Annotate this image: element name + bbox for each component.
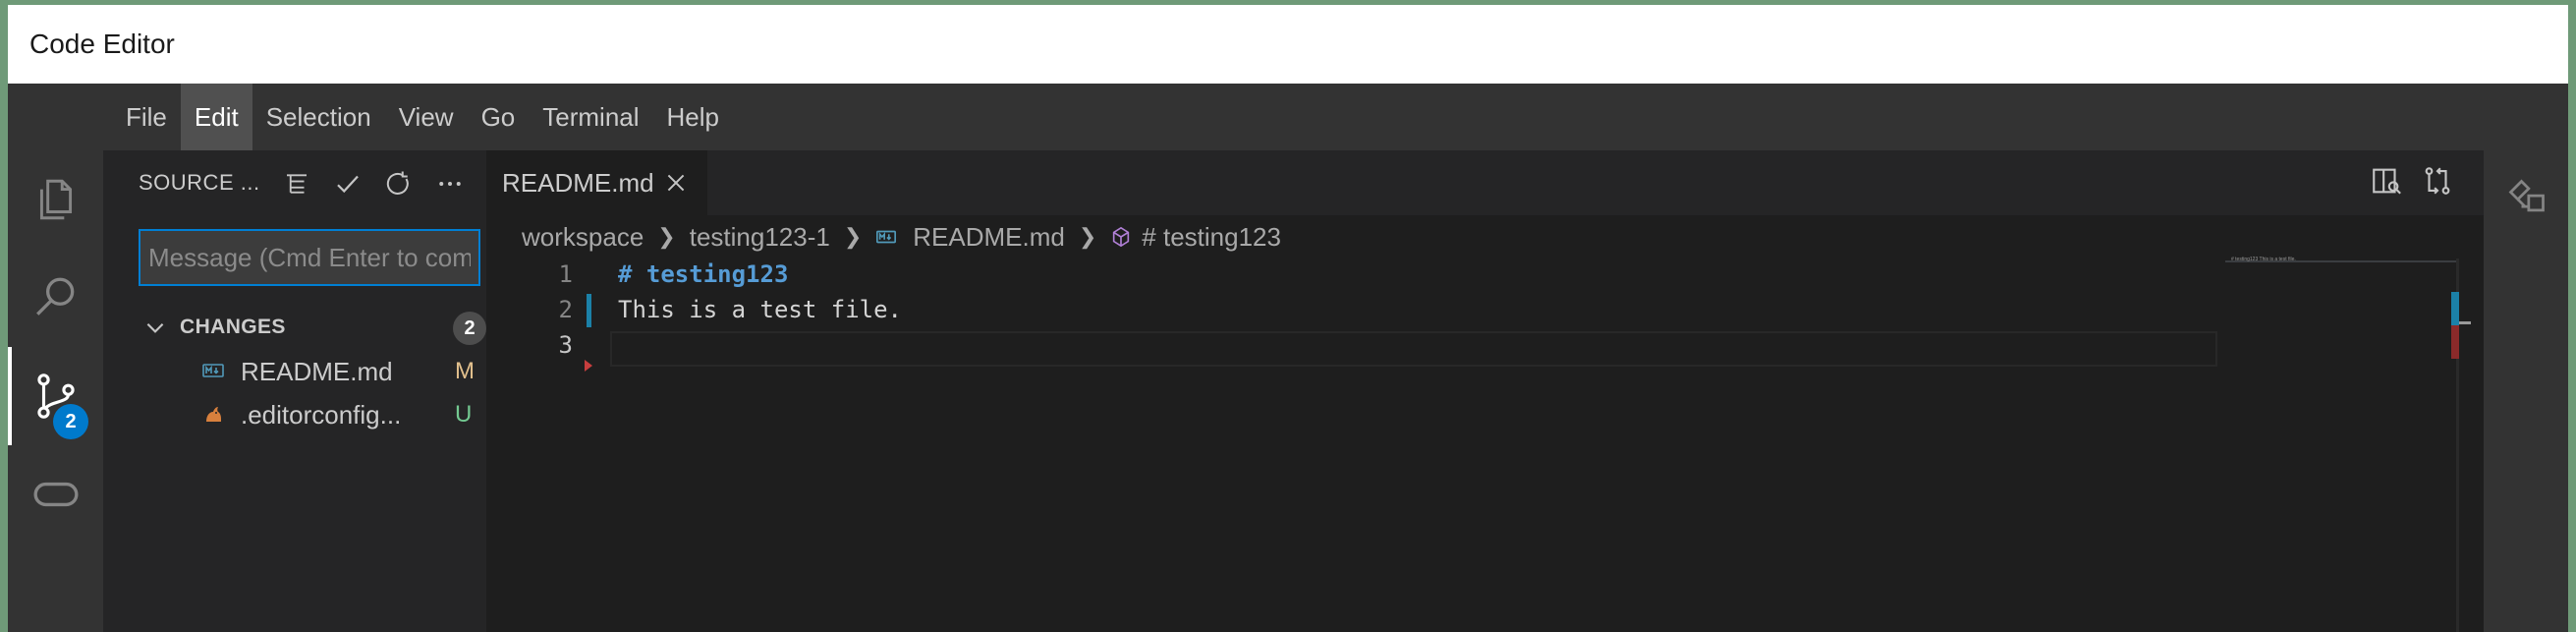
line-number: 3 <box>558 331 573 359</box>
title-bar: Code Editor <box>8 5 2568 84</box>
tab-readme[interactable]: README.md <box>486 150 707 215</box>
menu-view[interactable]: View <box>385 84 468 150</box>
editor-tabs: README.md <box>486 150 2484 215</box>
change-item-name: README.md <box>241 357 393 386</box>
breadcrumb-symbol[interactable]: # testing123 <box>1142 222 1281 253</box>
code-editor-window: Code Editor File Edit Selection View Go … <box>8 5 2568 632</box>
window-title: Code Editor <box>29 29 175 59</box>
deleted-line-marker <box>585 360 592 372</box>
check-icon <box>337 175 359 194</box>
changes-section-header[interactable]: CHANGES 2 <box>103 306 486 349</box>
breadcrumb-workspace[interactable]: workspace <box>522 222 644 253</box>
line-text: This is a test file. <box>618 296 902 323</box>
search-icon <box>35 277 74 316</box>
open-preview-icon[interactable] <box>2370 164 2403 198</box>
symbol-heading-icon <box>1113 226 1130 248</box>
modified-status: M <box>455 358 475 384</box>
activity-remote[interactable] <box>8 445 103 544</box>
menu-file[interactable]: File <box>112 84 181 150</box>
breadcrumb-folder[interactable]: testing123-1 <box>690 222 830 253</box>
markdown-file-icon <box>876 230 897 244</box>
activity-search[interactable] <box>8 249 103 347</box>
editor-line: 3 <box>486 329 2225 365</box>
open-changes-icon[interactable] <box>2421 164 2454 198</box>
overview-ruler-cursor <box>2459 321 2471 324</box>
editor-line: 2 This is a test file. <box>486 294 2225 329</box>
commit-message-input[interactable] <box>139 229 480 286</box>
ellipsis-icon <box>439 182 461 186</box>
change-item-editorconfig[interactable]: .editorconfig... U <box>103 392 486 435</box>
menu-help[interactable]: Help <box>653 84 733 150</box>
close-icon[interactable] <box>663 170 689 196</box>
editorconfig-file-icon <box>206 407 221 422</box>
refresh-icon <box>386 171 409 195</box>
chevron-right-icon: ❯ <box>657 224 676 249</box>
secondary-activity-bar <box>2484 150 2568 632</box>
minimap[interactable]: # testing123 This is a test file. <box>2225 257 2459 632</box>
more-actions-button[interactable] <box>428 162 472 205</box>
line-number: 1 <box>558 260 573 288</box>
menu-terminal[interactable]: Terminal <box>529 84 652 150</box>
overview-ruler-modified <box>2451 292 2459 325</box>
code-editor[interactable]: 1 # testing123 2 This is a test file. 3 … <box>486 257 2484 632</box>
menu-go[interactable]: Go <box>468 84 530 150</box>
untracked-status: U <box>455 401 473 428</box>
view-as-tree-button[interactable] <box>275 162 318 205</box>
chevron-right-icon: ❯ <box>1078 224 1097 249</box>
breadcrumb: workspace ❯ testing123-1 ❯ README.md ❯ #… <box>486 215 2484 259</box>
source-control-sidebar: SOURCE ... Message (Cmd Enter to commit)… <box>103 150 486 632</box>
markdown-file-icon <box>202 364 224 377</box>
changes-label: CHANGES <box>180 316 286 338</box>
breadcrumb-file[interactable]: README.md <box>913 222 1065 253</box>
chevron-right-icon: ❯ <box>843 224 863 249</box>
editor-line: 1 # testing123 <box>486 259 2225 294</box>
refresh-button[interactable] <box>377 162 420 205</box>
chevron-down-icon <box>146 322 164 333</box>
change-item-name: .editorconfig... <box>241 400 402 430</box>
list-tree-icon <box>287 174 307 194</box>
menu-selection[interactable]: Selection <box>252 84 385 150</box>
timeline-icon[interactable] <box>2505 176 2548 219</box>
change-item-readme[interactable]: README.md M <box>103 349 486 392</box>
menu-bar: File Edit Selection View Go Terminal Hel… <box>8 84 2568 150</box>
activity-explorer[interactable] <box>8 150 103 249</box>
commit-button[interactable] <box>326 162 369 205</box>
editor-actions <box>2370 164 2454 198</box>
line-number: 2 <box>558 296 573 323</box>
overview-ruler-deleted <box>2451 325 2459 359</box>
activity-source-control[interactable]: 2 <box>8 347 103 445</box>
activity-bar: 2 <box>8 150 103 632</box>
sidebar-header: SOURCE ... <box>103 150 486 215</box>
source-control-badge: 2 <box>53 404 88 439</box>
tab-label: README.md <box>502 168 654 198</box>
sidebar-actions <box>275 162 472 205</box>
changes-count-badge: 2 <box>453 312 486 345</box>
line-text: # testing123 <box>618 260 789 288</box>
sidebar-title: SOURCE ... <box>139 170 260 195</box>
remote-icon <box>33 482 78 507</box>
files-icon <box>39 179 72 220</box>
minimap-text: # testing123 This is a test file. <box>2231 257 2296 262</box>
modified-line-marker <box>587 294 591 327</box>
menu-edit[interactable]: Edit <box>180 84 252 150</box>
